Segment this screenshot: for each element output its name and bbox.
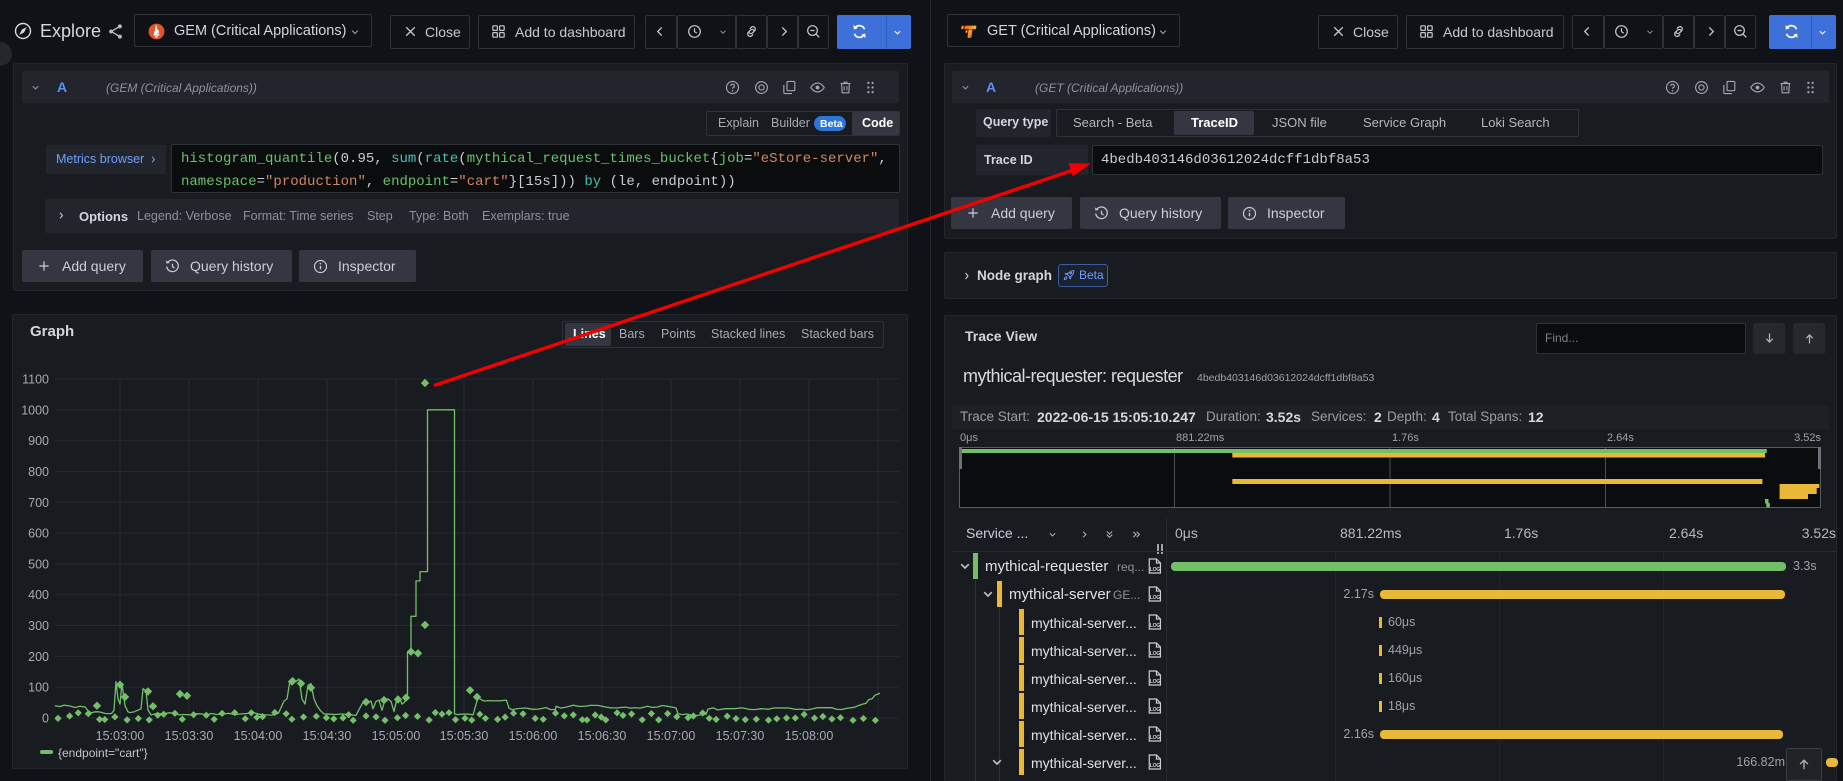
svg-text:300: 300 — [28, 619, 49, 633]
svg-text:LOG: LOG — [1150, 679, 1161, 685]
svg-text:700: 700 — [28, 496, 49, 510]
svg-text:0: 0 — [42, 712, 49, 726]
svg-text:LOG: LOG — [1150, 595, 1161, 601]
svg-text:LOG: LOG — [1150, 735, 1161, 741]
svg-text:15:04:00: 15:04:00 — [234, 729, 283, 743]
svg-text:15:08:00: 15:08:00 — [785, 729, 834, 743]
svg-text:LOG: LOG — [1150, 567, 1161, 573]
svg-text:15:05:30: 15:05:30 — [440, 729, 489, 743]
svg-text:LOG: LOG — [1150, 707, 1161, 713]
svg-text:900: 900 — [28, 434, 49, 448]
svg-text:600: 600 — [28, 527, 49, 541]
svg-text:100: 100 — [28, 681, 49, 695]
svg-text:1100: 1100 — [22, 373, 49, 387]
svg-text:15:07:30: 15:07:30 — [716, 729, 765, 743]
svg-text:15:05:00: 15:05:00 — [372, 729, 421, 743]
svg-text:LOG: LOG — [1150, 763, 1161, 769]
svg-text:15:03:00: 15:03:00 — [96, 729, 145, 743]
svg-text:1000: 1000 — [21, 403, 49, 417]
svg-text:15:06:30: 15:06:30 — [578, 729, 627, 743]
svg-text:400: 400 — [28, 588, 49, 602]
svg-text:{endpoint="cart"}: {endpoint="cart"} — [58, 746, 148, 760]
svg-text:LOG: LOG — [1150, 651, 1161, 657]
svg-text:15:03:30: 15:03:30 — [165, 729, 214, 743]
svg-text:200: 200 — [28, 650, 49, 664]
svg-text:800: 800 — [28, 465, 49, 479]
svg-text:LOG: LOG — [1150, 623, 1161, 629]
svg-text:15:04:30: 15:04:30 — [303, 729, 352, 743]
svg-text:500: 500 — [28, 557, 49, 571]
svg-text:15:06:00: 15:06:00 — [509, 729, 558, 743]
svg-text:15:07:00: 15:07:00 — [647, 729, 696, 743]
